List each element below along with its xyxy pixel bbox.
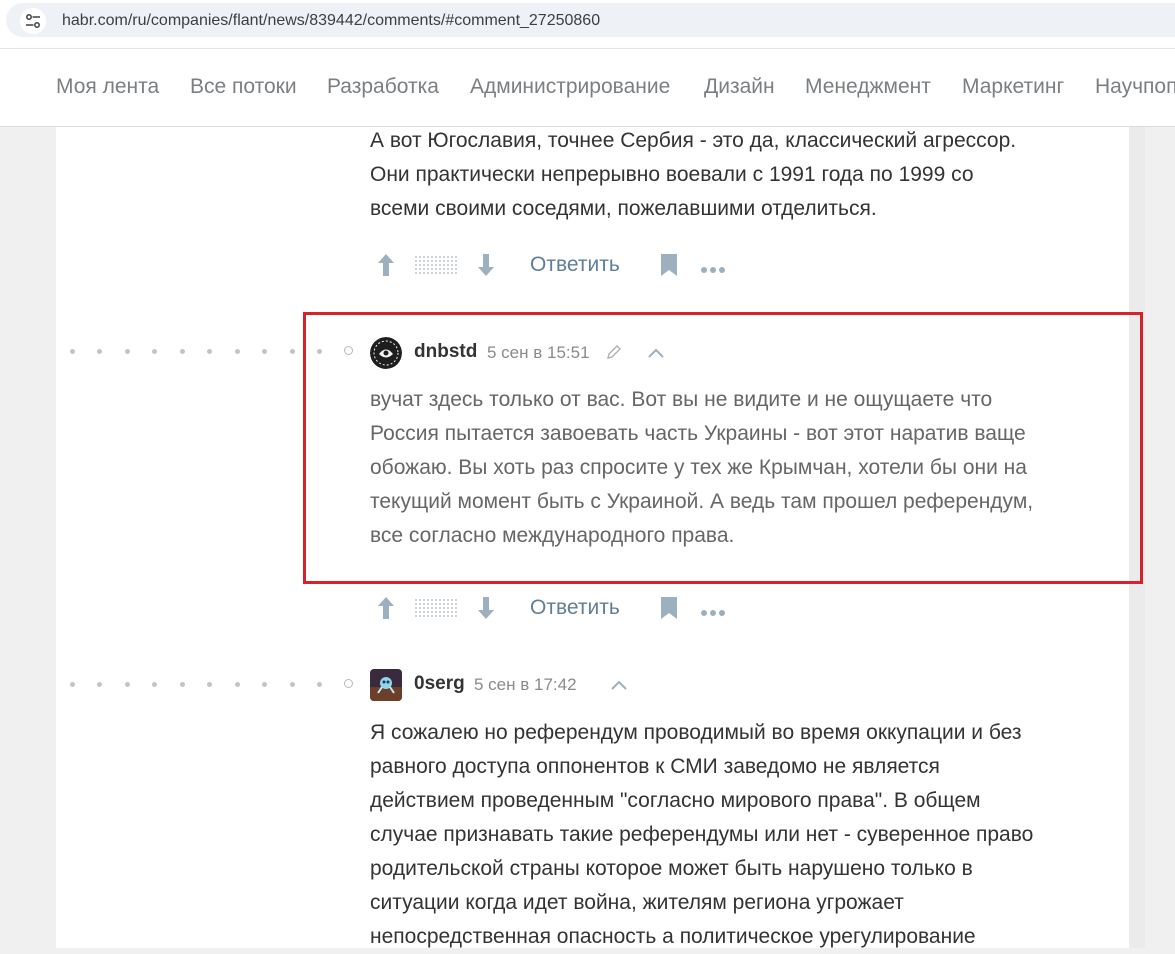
vote-score-hidden [414,255,458,275]
comment-line: ситуации когда идет война, жителям регио… [370,891,904,914]
nav-item-design[interactable]: Дизайн [704,75,775,99]
highlight-box [303,312,1143,584]
thread-dot [290,349,295,354]
url-text[interactable]: habr.com/ru/companies/flant/news/839442/… [62,12,600,30]
thread-dot [180,682,185,687]
thread-dot [97,682,102,687]
comment-line: Они практически непрерывно воевали с 199… [370,163,974,186]
comment-line: равного доступа оппонентов к СМИ заведом… [370,755,940,778]
comment-line: непосредственная опасность а политическо… [370,925,976,948]
comment-line: родительской страны которое может быть н… [370,857,973,880]
arrow-up-icon[interactable] [376,595,396,626]
arrow-up-icon[interactable] [376,252,396,283]
comment-body-next: Я сожалею но референдум проводимый во вр… [370,716,1033,954]
nav-item-management[interactable]: Менеджмент [805,75,931,99]
comment-line: случае признавать такие референдумы или … [370,823,1034,846]
more-dots-icon[interactable] [700,261,726,279]
thread-dot [152,349,157,354]
collapse-chevron-icon[interactable] [610,678,628,696]
comment-line: действием проведенным "согласно мирового… [370,789,981,812]
comment-line: всеми своими соседями, пожелавшими отдел… [370,197,877,220]
thread-dot [235,682,240,687]
thread-dot [97,349,102,354]
bookmark-icon[interactable] [659,595,679,626]
site-info-icon[interactable] [20,8,46,34]
habr-top-nav: Моя лента Все потоки Разработка Админист… [0,49,1175,127]
thread-dot [235,349,240,354]
reply-button[interactable]: Ответить [530,596,620,620]
thread-indent [70,679,360,691]
thread-dot [70,682,75,687]
thread-dot [180,349,185,354]
comment-line: Я сожалею но референдум проводимый во вр… [370,721,1022,744]
arrow-down-icon[interactable] [476,252,496,283]
thread-dot [125,349,130,354]
nav-item-popsci[interactable]: Научпоп [1095,75,1175,99]
nav-item-marketing[interactable]: Маркетинг [962,75,1064,99]
comment-date[interactable]: 5 сен в 17:42 [474,675,577,695]
thread-node[interactable] [344,679,353,688]
thread-dot [290,682,295,687]
comment-body-prev: А вот Югославия, точнее Сербия - это да,… [370,124,1016,226]
thread-dot [70,349,75,354]
url-field[interactable]: habr.com/ru/companies/flant/news/839442/… [6,3,1175,37]
nav-item-development[interactable]: Разработка [327,75,439,99]
comment-actions-main: Ответить [370,593,750,623]
thread-dot [262,682,267,687]
more-dots-icon[interactable] [700,604,726,622]
thread-dot [317,682,322,687]
nav-item-my-feed[interactable]: Моя лента [56,75,159,99]
thread-dot [207,682,212,687]
bookmark-icon[interactable] [659,252,679,283]
thread-dot [125,682,130,687]
nav-item-all-streams[interactable]: Все потоки [190,75,297,99]
thread-dot [152,682,157,687]
avatar[interactable] [370,669,402,701]
browser-address-bar: habr.com/ru/companies/flant/news/839442/… [0,0,1175,49]
thread-dot [262,349,267,354]
arrow-down-icon[interactable] [476,595,496,626]
nav-item-administration[interactable]: Администрирование [470,75,670,99]
comment-line: А вот Югославия, точнее Сербия - это да,… [370,129,1017,152]
thread-dot [207,349,212,354]
comment-actions-prev: Ответить [370,250,750,280]
comment-author[interactable]: 0serg [414,673,465,695]
reply-button[interactable]: Ответить [530,253,620,277]
vote-score-hidden [414,598,458,618]
